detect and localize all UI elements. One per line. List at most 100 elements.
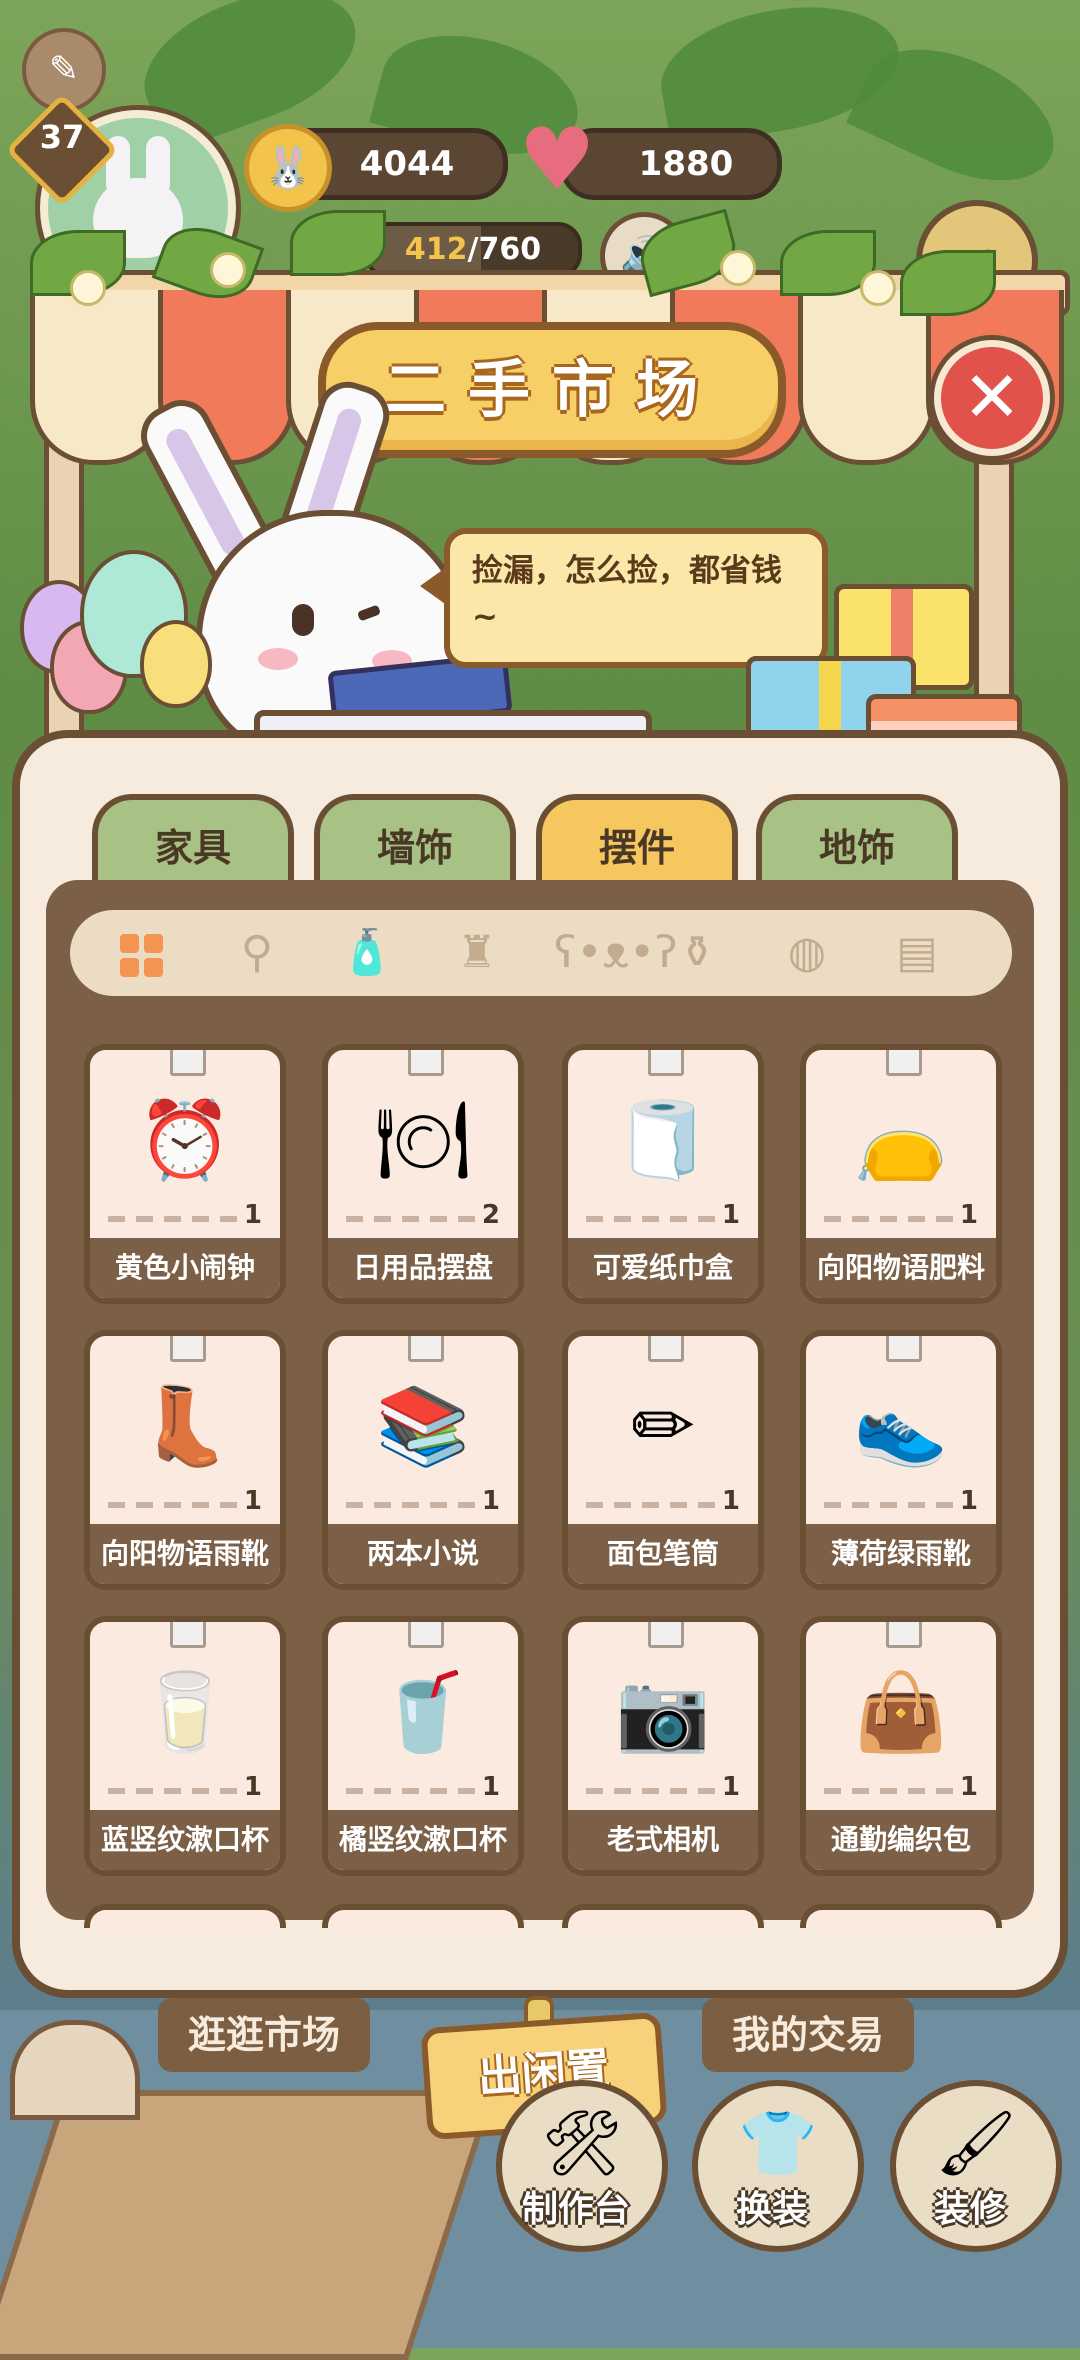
awning-scallop xyxy=(798,290,936,465)
grid-icon[interactable] xyxy=(120,934,164,978)
market-title-sign: 二手市场 xyxy=(318,322,786,458)
item-icon: 👢 xyxy=(137,1381,233,1470)
bottles-icon[interactable]: 🧴 xyxy=(334,920,400,986)
item-name: 通勤编织包 xyxy=(806,1810,996,1870)
flower-icon xyxy=(860,270,896,306)
bunny-coin-icon: 🐰 xyxy=(244,124,332,212)
item-count: 1 xyxy=(959,1200,978,1230)
item-icon: 👝 xyxy=(853,1095,949,1184)
coin-value: 4044 xyxy=(359,144,455,184)
item-count: 1 xyxy=(481,1772,500,1802)
workbench-label: 制作台 xyxy=(521,2189,630,2230)
item-icon: ⏰ xyxy=(137,1095,233,1184)
card-partial xyxy=(562,1904,764,1928)
item-name: 黄色小闹钟 xyxy=(90,1238,280,1298)
outfit-label: 换装 xyxy=(735,2189,808,2230)
clip-icon xyxy=(408,1336,444,1362)
vase-icon[interactable]: ⚱ xyxy=(664,920,730,986)
item-icon: 👜 xyxy=(853,1667,949,1756)
clip-icon xyxy=(648,1336,684,1362)
progress-dashes xyxy=(824,1216,964,1222)
item-name: 蓝竖纹漱口杯 xyxy=(90,1810,280,1870)
item-card[interactable]: ✏ 1 面包笔筒 xyxy=(562,1330,764,1590)
item-count: 2 xyxy=(481,1200,500,1230)
item-name: 橘竖纹漱口杯 xyxy=(328,1810,518,1870)
item-count: 1 xyxy=(243,1200,262,1230)
item-name: 向阳物语肥料 xyxy=(806,1238,996,1298)
item-card[interactable]: 📷 1 老式相机 xyxy=(562,1616,764,1876)
card-partial xyxy=(800,1904,1002,1928)
item-name: 可爱纸巾盒 xyxy=(568,1238,758,1298)
browse-market-button[interactable]: 逛逛市场 xyxy=(158,1998,370,2072)
item-name: 日用品摆盘 xyxy=(328,1238,518,1298)
close-icon[interactable]: ✕ xyxy=(934,340,1050,456)
lamp-icon[interactable]: ♜ xyxy=(444,920,510,986)
shopkeeper-speech-bubble: 捡漏，怎么捡，都省钱~ xyxy=(444,528,828,668)
item-name: 薄荷绿雨靴 xyxy=(806,1524,996,1584)
item-count: 1 xyxy=(721,1486,740,1516)
tissue-box-icon[interactable]: ▤ xyxy=(884,920,950,986)
item-icon: 🧻 xyxy=(615,1095,711,1184)
paint-roller-icon: 🖌 xyxy=(935,2107,1017,2181)
progress-dashes xyxy=(346,1502,486,1508)
workbench-icon: 🛠 xyxy=(541,2107,623,2181)
item-card[interactable]: 🥛 1 蓝竖纹漱口杯 xyxy=(84,1616,286,1876)
filter-bar xyxy=(70,910,1012,996)
clip-icon xyxy=(886,1622,922,1648)
item-card[interactable]: 📚 1 两本小说 xyxy=(322,1330,524,1590)
item-count: 1 xyxy=(481,1486,500,1516)
item-count: 1 xyxy=(721,1200,740,1230)
item-name: 向阳物语雨靴 xyxy=(90,1524,280,1584)
clip-icon xyxy=(408,1050,444,1076)
item-name: 老式相机 xyxy=(568,1810,758,1870)
level-text: 37 xyxy=(39,118,85,156)
item-name: 两本小说 xyxy=(328,1524,518,1584)
clip-icon xyxy=(170,1050,206,1076)
speech-text: 捡漏，怎么捡，都省钱~ xyxy=(472,553,782,635)
item-card[interactable]: 👝 1 向阳物语肥料 xyxy=(800,1044,1002,1304)
item-count: 1 xyxy=(243,1486,262,1516)
item-name: 面包笔筒 xyxy=(568,1524,758,1584)
item-count: 1 xyxy=(243,1772,262,1802)
progress-dashes xyxy=(586,1502,726,1508)
progress-dashes xyxy=(824,1788,964,1794)
item-card[interactable]: 👟 1 薄荷绿雨靴 xyxy=(800,1330,1002,1590)
teddy-bear-icon[interactable]: ʕ•ᴥ•ʔ xyxy=(554,920,678,986)
exp-total: /760 xyxy=(467,232,542,267)
item-card[interactable]: 🥤 1 橘竖纹漱口杯 xyxy=(322,1616,524,1876)
item-icon: 📚 xyxy=(375,1381,471,1470)
card-partial xyxy=(84,1904,286,1928)
progress-dashes xyxy=(108,1788,248,1794)
card-partial xyxy=(322,1904,524,1928)
item-count: 1 xyxy=(959,1772,978,1802)
item-card[interactable]: 👜 1 通勤编织包 xyxy=(800,1616,1002,1876)
item-card[interactable]: 👢 1 向阳物语雨靴 xyxy=(84,1330,286,1590)
page-title: 二手市场 xyxy=(383,353,720,426)
spatula-icon[interactable]: ⚲ xyxy=(224,920,290,986)
progress-dashes xyxy=(586,1788,726,1794)
progress-dashes xyxy=(586,1216,726,1222)
item-card[interactable]: 🧻 1 可爱纸巾盒 xyxy=(562,1044,764,1304)
clip-icon xyxy=(408,1622,444,1648)
item-card[interactable]: ⏰ 1 黄色小闹钟 xyxy=(84,1044,286,1304)
balloon-icon xyxy=(140,620,212,708)
clip-icon xyxy=(170,1622,206,1648)
item-icon: 📷 xyxy=(615,1667,711,1756)
clip-icon xyxy=(648,1050,684,1076)
item-icon: 🥤 xyxy=(375,1667,471,1756)
decorate-label: 装修 xyxy=(933,2189,1006,2230)
item-count: 1 xyxy=(721,1772,740,1802)
outfit-icon: 👕 xyxy=(738,2107,818,2181)
flower-icon xyxy=(70,270,106,306)
progress-dashes xyxy=(824,1502,964,1508)
item-card[interactable]: 🍽 2 日用品摆盘 xyxy=(322,1044,524,1304)
ball-icon[interactable]: ◍ xyxy=(774,920,840,986)
clip-icon xyxy=(170,1336,206,1362)
heart-icon: ♥ xyxy=(518,110,596,210)
item-icon: ✏ xyxy=(631,1381,695,1470)
my-trades-button[interactable]: 我的交易 xyxy=(702,1998,914,2072)
progress-dashes xyxy=(346,1788,486,1794)
clip-icon xyxy=(886,1050,922,1076)
item-count: 1 xyxy=(959,1486,978,1516)
exp-current: 412 xyxy=(404,232,468,267)
